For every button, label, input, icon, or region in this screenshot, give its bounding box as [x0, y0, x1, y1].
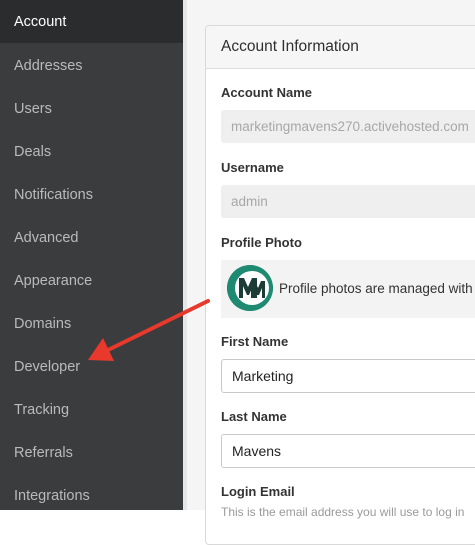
first-name-input[interactable]: Marketing — [221, 359, 475, 393]
panel-title: Account Information — [221, 38, 359, 55]
mm-logo-icon — [227, 265, 273, 311]
sidebar-item-label: Developer — [14, 358, 81, 375]
account-name-field: marketingmavens270.activehosted.com — [221, 110, 475, 143]
sidebar-item-referrals[interactable]: Referrals — [0, 431, 183, 474]
first-name-label: First Name — [221, 334, 289, 349]
sidebar-item-appearance[interactable]: Appearance — [0, 259, 183, 302]
sidebar-item-notifications[interactable]: Notifications — [0, 173, 183, 216]
sidebar-item-domains[interactable]: Domains — [0, 302, 183, 345]
sidebar-item-label: Referrals — [14, 444, 73, 461]
sidebar-item-account[interactable]: Account — [0, 0, 183, 43]
sidebar-item-label: Addresses — [14, 57, 83, 74]
username-field: admin — [221, 185, 475, 218]
sidebar-item-label: Integrations — [14, 487, 90, 504]
sidebar-item-developer[interactable]: Developer — [0, 345, 183, 388]
profile-photo-box: Profile photos are managed with — [221, 260, 475, 318]
sidebar-item-addresses[interactable]: Addresses — [0, 44, 183, 87]
sidebar-item-label: Users — [14, 100, 52, 117]
profile-photo-label: Profile Photo — [221, 235, 302, 250]
sidebar-item-label: Domains — [14, 315, 72, 332]
panel-header: Account Information — [206, 26, 475, 69]
sidebar-item-label: Advanced — [14, 229, 79, 246]
sidebar-item-label: Deals — [14, 143, 52, 160]
sidebar-item-label: Notifications — [14, 186, 93, 203]
account-information-panel: Account Information Account Name marketi… — [205, 25, 475, 545]
sidebar-item-advanced[interactable]: Advanced — [0, 216, 183, 259]
last-name-label: Last Name — [221, 409, 287, 424]
sidebar-item-label: Account — [14, 13, 67, 30]
last-name-input[interactable]: Mavens — [221, 434, 475, 468]
sidebar-item-integrations[interactable]: Integrations — [0, 474, 183, 517]
sidebar-item-deals[interactable]: Deals — [0, 130, 183, 173]
sidebar-item-tracking[interactable]: Tracking — [0, 388, 183, 431]
sidebar: Account Addresses Users Deals Notificati… — [0, 0, 183, 510]
sidebar-item-label: Appearance — [14, 272, 93, 289]
profile-photo-note: Profile photos are managed with — [279, 281, 473, 296]
sidebar-item-label: Tracking — [14, 401, 70, 418]
sidebar-item-users[interactable]: Users — [0, 87, 183, 130]
username-label: Username — [221, 160, 284, 175]
login-email-label: Login Email — [221, 484, 295, 499]
login-email-help: This is the email address you will use t… — [221, 505, 465, 519]
account-name-label: Account Name — [221, 85, 313, 100]
